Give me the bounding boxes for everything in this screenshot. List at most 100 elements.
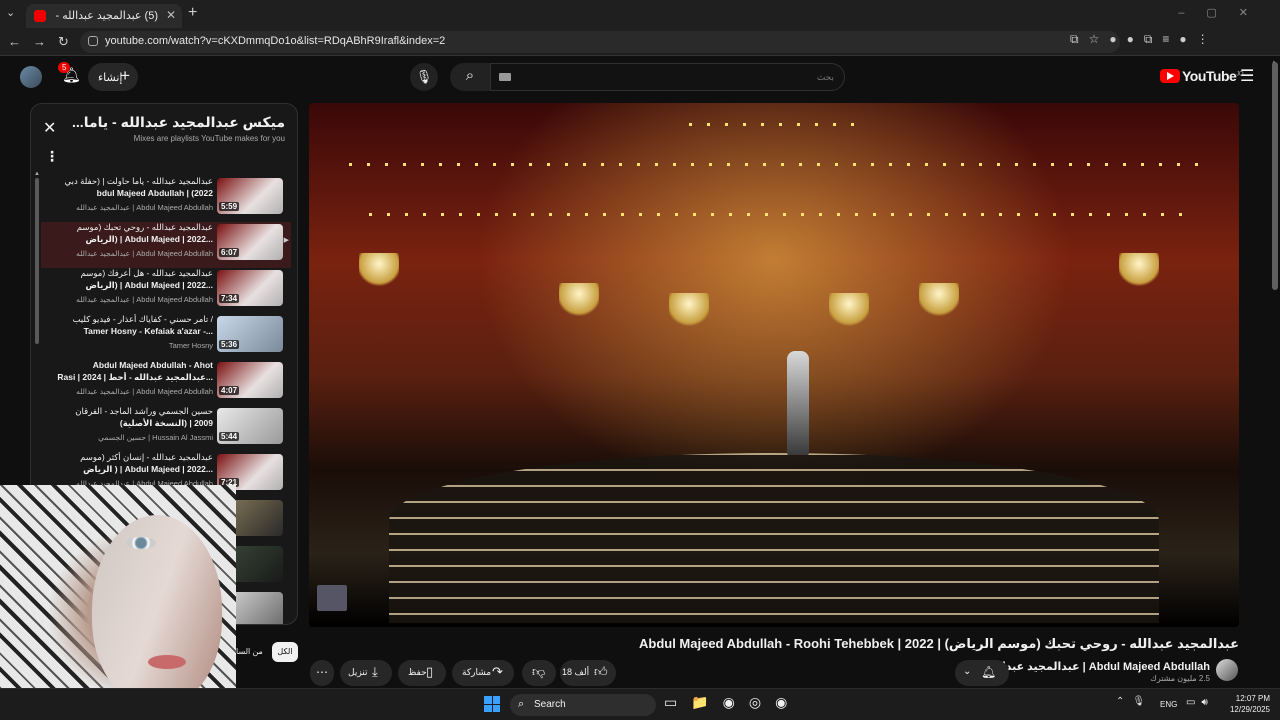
like-count: 18 ألف <box>562 667 590 677</box>
item-title-line2: Tamer Hosny - Kefaiak a'azar -... <box>83 326 213 336</box>
item-title-line2: الرياض) | Abdul Majeed | 2022... <box>85 280 214 290</box>
video-player[interactable] <box>309 103 1239 627</box>
item-title-line2: Rasi | 2024 | عبدالمجيد عبدالله - أحط... <box>57 372 213 382</box>
chandelier <box>919 283 959 319</box>
channel-avatar[interactable] <box>1216 659 1238 681</box>
clock-time: 12:07 PM <box>1235 694 1270 703</box>
item-channel: عبدالمجيد عبدالله | Abdul Majeed Abdulla… <box>76 387 213 396</box>
chandelier <box>669 293 709 329</box>
youtube-logo-text: YouTube <box>1182 68 1237 84</box>
item-duration: 6:07 <box>219 248 240 257</box>
item-channel: عبدالمجيد عبدالله | Abdul Majeed Abdulla… <box>76 203 213 212</box>
subscription-bell-button[interactable]: 🔔︎ ⌄ <box>955 660 1009 686</box>
account-avatar[interactable] <box>20 66 42 88</box>
webcam-lips <box>148 655 186 669</box>
new-tab-button[interactable]: + <box>188 4 197 22</box>
menu-hamburger-icon[interactable]: ☰ <box>1240 66 1254 86</box>
close-icon[interactable]: ✕ <box>43 118 56 138</box>
playlist-scrollbar[interactable] <box>35 178 39 344</box>
item-title-line2: الرياض ) | Abdul Majeed | 2022... <box>83 464 213 474</box>
extension-icons[interactable]: ⧉☆●●⧉≡●⋮ <box>1070 32 1219 47</box>
chip-from-channel[interactable]: من السا <box>236 642 263 656</box>
share-icon: ↷ <box>492 664 503 679</box>
item-channel: عبدالمجيد عبدالله | Abdul Majeed Abdulla… <box>76 295 213 304</box>
item-title-line2: الرياض) | Abdul Majeed | 2022... <box>85 234 214 244</box>
youtube-logo[interactable]: YouTubeJO <box>1160 68 1243 84</box>
stage-lights <box>369 213 1189 216</box>
page-scrollbar[interactable] <box>1272 62 1278 290</box>
dislike-icon: 👎︎ <box>532 664 546 679</box>
webcam-face <box>92 515 222 705</box>
stage-steps <box>389 453 1159 623</box>
plus-icon: + <box>120 66 130 85</box>
create-label: إنشاء <box>98 72 123 84</box>
voice-search-mic-icon[interactable]: 🎙︎ <box>410 63 438 91</box>
clock-date: 12/29/2025 <box>1229 705 1270 714</box>
youtube-header: 🔔︎ 5 إنشاء + 🎙︎ ⌕ بحث YouTubeJO ☰ <box>0 56 1280 98</box>
now-playing-icon: ▶ <box>283 237 289 244</box>
taskbar-search-label: Search <box>534 699 566 710</box>
item-channel: حسين الجسمي | Hussain Al Jassmi <box>98 433 213 442</box>
chandelier <box>559 283 599 319</box>
webcam-overlay <box>0 485 236 720</box>
network-volume-icons[interactable]: ▭🔊︎ <box>1186 697 1214 708</box>
scroll-up-icon[interactable]: ▲ <box>34 171 40 177</box>
playlist-item[interactable]: عبدالمجيد عبدالله - هل أعرفك (موسم الريا… <box>41 268 291 314</box>
playlist-item-active[interactable]: عبدالمجيد عبدالله - روحي تحبك (موسم الري… <box>41 222 291 268</box>
playlist-subtitle: Mixes are playlists YouTube makes for yo… <box>133 134 285 143</box>
url-field[interactable]: youtube.com/watch?v=cKXDmmqDo1o&list=RDq… <box>80 31 1120 53</box>
address-bar-row: ←→↻ youtube.com/watch?v=cKXDmmqDo1o&list… <box>0 28 1280 56</box>
windows-start-icon[interactable] <box>484 696 500 712</box>
playlist-title[interactable]: ميكس عبدالمجيد عبدالله - ياما... <box>72 114 285 131</box>
bell-icon: 🔔︎ <box>981 665 997 679</box>
tab-search-icon[interactable]: ⌄ <box>6 6 15 19</box>
item-title-line2: (النسخة الأصلية) | 2009 <box>119 418 213 428</box>
share-button[interactable]: ↷ مشاركة <box>452 660 514 686</box>
more-actions-icon[interactable]: ⋯ <box>310 660 334 686</box>
tab-close-icon[interactable]: ✕ <box>166 8 176 22</box>
item-title-line1: عبدالمجيد عبدالله - ياما حاولت | (حفلة د… <box>64 176 213 186</box>
channel-name[interactable]: عبدالمجيد عبدالله | Abdul Majeed Abdulla… <box>987 660 1210 673</box>
system-tray-icons[interactable]: ⌃🎙︎ <box>1116 696 1153 707</box>
video-title: عبدالمجيد عبدالله - روحي تحبك (موسم الري… <box>638 636 1239 651</box>
chandelier <box>359 253 399 289</box>
taskbar-search[interactable]: ⌕ Search <box>510 694 656 716</box>
playlist-item[interactable]: تامر حسني - كفاياك أعذار - فيديو كليب / … <box>41 314 291 360</box>
like-dislike-group: 👍︎ 18 ألف <box>560 660 616 686</box>
search-button[interactable]: ⌕ <box>450 63 490 91</box>
more-options-icon[interactable]: ⋮ <box>45 148 59 165</box>
item-channel: عبدالمجيد عبدالله | Abdul Majeed Abdulla… <box>76 249 213 258</box>
stage-lights <box>689 123 859 126</box>
playlist-item[interactable]: حسين الجسمي وراشد الماجد - الفرقان (النس… <box>41 406 291 452</box>
download-button[interactable]: ⤓ تنزيل <box>340 660 392 686</box>
save-button[interactable]: ▯ حفظ <box>398 660 446 686</box>
playlist-item[interactable]: عبدالمجيد عبدالله - ياما حاولت | (حفلة د… <box>41 176 291 222</box>
chip-all[interactable]: الكل <box>272 642 298 662</box>
browser-tab-bar: ⌄ (5) عبدالمجيد عبدالله - روحي ✕ + –▢✕ <box>0 0 1280 28</box>
create-button[interactable]: إنشاء + <box>88 63 138 91</box>
channel-watermark <box>317 585 347 611</box>
browser-tab[interactable]: (5) عبدالمجيد عبدالله - روحي ✕ <box>26 4 182 28</box>
download-label: تنزيل <box>348 667 368 677</box>
item-duration: 7:34 <box>219 294 240 303</box>
tab-title: (5) عبدالمجيد عبدالله - روحي <box>52 10 158 22</box>
subscriber-count: 2.5 مليون مشترك <box>1150 674 1210 683</box>
youtube-favicon-icon <box>34 10 46 22</box>
webcam-eye <box>126 537 156 549</box>
keyboard-icon[interactable] <box>499 73 511 81</box>
item-title-line2: bdul Majeed Abdullah | (2022 <box>96 188 213 198</box>
windows-taskbar: ⌕ Search ▭📁◉◎◉ ⌃🎙︎ ENG ▭🔊︎ 12:07 PM 12/2… <box>0 688 1280 720</box>
playlist-item[interactable]: Abdul Majeed Abdullah - Ahot Rasi | 2024… <box>41 360 291 406</box>
pinned-apps[interactable]: ▭📁◉◎◉ <box>664 694 801 711</box>
item-duration: 5:59 <box>219 202 240 211</box>
nav-buttons[interactable]: ←→↻ <box>8 34 81 50</box>
item-title-line1: Abdul Majeed Abdullah - Ahot <box>92 360 213 370</box>
site-info-icon[interactable] <box>88 36 98 46</box>
item-title-line1: عبدالمجيد عبدالله - إنسان أكثر (موسم <box>80 452 213 462</box>
taskbar-clock[interactable]: 12:07 PM 12/29/2025 <box>1220 693 1270 715</box>
language-indicator[interactable]: ENG <box>1160 700 1177 709</box>
like-icon[interactable]: 👍︎ <box>594 664 608 680</box>
dislike-button[interactable]: 👎︎ <box>522 660 556 686</box>
search-input[interactable]: بحث <box>490 63 845 91</box>
window-controls[interactable]: –▢✕ <box>1178 6 1270 19</box>
